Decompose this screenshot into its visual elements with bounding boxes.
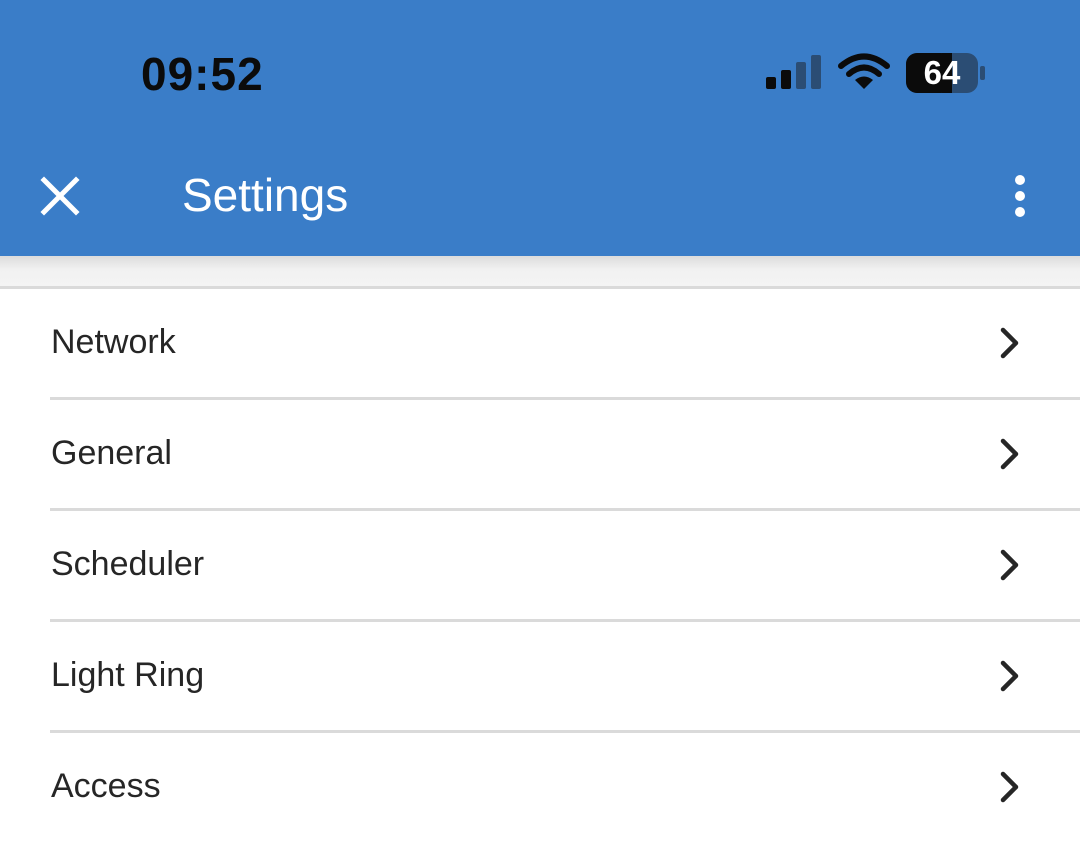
page-title: Settings — [182, 169, 349, 221]
close-button[interactable] — [30, 166, 90, 226]
settings-item-label: Scheduler — [51, 545, 205, 583]
more-vert-icon — [1015, 175, 1025, 217]
settings-screen: 09:52 64 Settings Network General Schedu… — [0, 0, 1080, 841]
chevron-right-icon — [1000, 549, 1019, 581]
chevron-right-icon — [1000, 771, 1019, 803]
battery-level: 64 — [923, 54, 961, 91]
wifi-icon — [838, 53, 890, 89]
settings-item-network[interactable]: Network — [50, 289, 1080, 400]
chevron-right-icon — [1000, 327, 1019, 359]
app-bar-shadow — [0, 256, 1080, 286]
signal-icon — [766, 55, 821, 89]
settings-item-light-ring[interactable]: Light Ring — [50, 622, 1080, 733]
settings-item-general[interactable]: General — [50, 400, 1080, 511]
close-icon — [40, 176, 80, 216]
more-options-button[interactable] — [996, 166, 1044, 226]
header: 09:52 64 Settings — [0, 0, 1080, 256]
chevron-right-icon — [1000, 660, 1019, 692]
chevron-right-icon — [1000, 438, 1019, 470]
settings-item-label: Light Ring — [51, 656, 205, 694]
settings-list: Network General Scheduler Light Ring Acc… — [0, 289, 1080, 841]
status-time: 09:52 — [141, 48, 264, 100]
settings-item-label: Access — [51, 767, 161, 805]
settings-item-label: General — [51, 434, 172, 472]
settings-item-label: Network — [51, 323, 176, 361]
settings-item-access[interactable]: Access — [0, 733, 1080, 841]
settings-item-scheduler[interactable]: Scheduler — [50, 511, 1080, 622]
